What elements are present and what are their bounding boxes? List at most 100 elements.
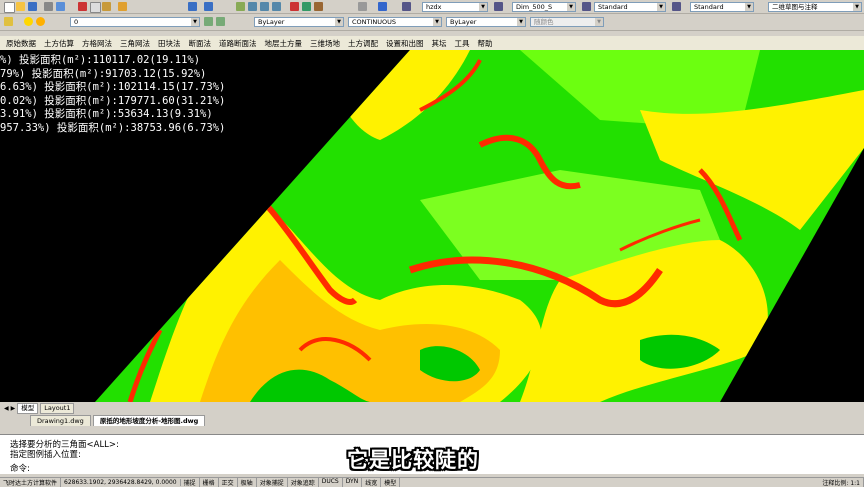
tab-layout1[interactable]: Layout1 [40, 402, 75, 414]
status-bar: 飞时达土方计算软件 628633.1902, 2936428.8429, 0.0… [0, 477, 864, 487]
menu-item-3[interactable]: 三角网法 [120, 38, 150, 49]
status-coordinates: 628633.1902, 2936428.8429, 0.0000 [61, 478, 181, 486]
text-style-icon[interactable] [402, 2, 411, 11]
tab-model[interactable]: 模型 [17, 402, 39, 414]
chevron-down-icon: ▼ [853, 3, 861, 11]
readout-line: 79%) 投影面积(m²):91703.12(15.92%) [0, 67, 207, 80]
status-toggle-5[interactable]: 对象追踪 [288, 477, 319, 487]
layout-tab-bar: ◀ ▶ 模型 Layout1 [0, 402, 864, 414]
print-icon[interactable] [44, 2, 53, 11]
chevron-down-icon: ▼ [595, 18, 603, 26]
menu-item-9[interactable]: 土方调配 [348, 38, 378, 49]
status-app-name: 飞时达土方计算软件 [0, 477, 62, 487]
linetype-select[interactable]: CONTINUOUS ▼ [348, 17, 442, 27]
status-toggle-0[interactable]: 捕捉 [181, 477, 200, 487]
readout-line: 3.91%) 投影面积(m²):53634.13(9.31%) [0, 108, 213, 121]
copy-icon[interactable] [90, 2, 101, 13]
menu-item-6[interactable]: 道路断面法 [219, 38, 257, 49]
calculator-icon[interactable] [358, 2, 367, 11]
redo-icon[interactable] [204, 2, 213, 11]
make-current-layer-icon[interactable] [204, 17, 213, 26]
command-prompt[interactable]: 命令: [10, 462, 30, 474]
lineweight-select[interactable]: ByLayer ▼ [446, 17, 526, 27]
light-bulb-icon [24, 17, 33, 26]
chevron-down-icon: ▼ [745, 3, 753, 11]
menu-item-13[interactable]: 帮助 [478, 38, 493, 49]
cut-icon[interactable] [78, 2, 87, 11]
zoom-realtime-icon[interactable] [248, 2, 257, 11]
menu-item-5[interactable]: 断面法 [189, 38, 212, 49]
dim-style-icon[interactable] [494, 2, 503, 11]
status-toggle-2[interactable]: 正交 [219, 477, 238, 487]
doc-tab-terrain[interactable]: 原抵的地形坡度分析-地形图.dwg [92, 415, 206, 426]
status-toggle-8[interactable]: 线宽 [362, 477, 382, 487]
tool-palettes-icon[interactable] [314, 2, 323, 11]
status-toggle-6[interactable]: DUCS [319, 477, 343, 487]
preview-icon[interactable] [56, 2, 65, 11]
chevron-down-icon: ▼ [567, 3, 575, 11]
layers-properties-toolbar: 0 ▼ ByLayer ▼ CONTINUOUS ▼ ByLayer ▼ 随颜色 ▼ [0, 14, 864, 31]
help-icon[interactable] [378, 2, 387, 11]
pan-icon[interactable] [236, 2, 245, 11]
menu-item-11[interactable]: 其坛 [432, 38, 447, 49]
chevron-down-icon: ▼ [433, 18, 441, 26]
drawing-viewport[interactable]: %) 投影面积(m²):110117.02(19.11%) 79%) 投影面积(m… [0, 50, 864, 402]
zoom-previous-icon[interactable] [272, 2, 281, 11]
standard-toolbar: hzdx ▼ Dim_500_S ▼ Standard ▼ Standard ▼ 二维草… [0, 0, 864, 14]
readout-line: %) 投影面积(m²):110117.02(19.11%) [0, 54, 201, 66]
readout-line: 957.33%) 投影面积(m²):38753.96(6.73%) [0, 121, 226, 134]
command-history-line-2: 指定图例插入位置: [10, 450, 81, 460]
chevron-down-icon: ▼ [657, 3, 665, 11]
menu-item-0[interactable]: 原始数据 [6, 38, 36, 49]
layer-select[interactable]: 0 ▼ [70, 17, 200, 27]
readout-line: 0.02%) 投影面积(m²):179771.60(31.21%) [0, 94, 226, 107]
menu-item-4[interactable]: 田块法 [158, 38, 181, 49]
menu-item-10[interactable]: 设置和出图 [386, 38, 424, 49]
video-subtitle: 它是比较陡的 [347, 448, 479, 472]
status-toggle-7[interactable]: DYN [343, 477, 363, 487]
paste-icon[interactable] [102, 2, 111, 11]
save-icon[interactable] [28, 2, 37, 11]
new-file-icon[interactable] [4, 2, 15, 13]
chevron-down-icon: ▼ [479, 3, 487, 11]
text-style-select[interactable]: hzdx ▼ [422, 2, 488, 12]
chevron-down-icon: ▼ [517, 18, 525, 26]
workspace-select[interactable]: 二维草图与注释 ▼ [768, 2, 862, 12]
properties-icon[interactable] [290, 2, 299, 11]
menu-item-8[interactable]: 三维场地 [310, 38, 340, 49]
status-toggle-3[interactable]: 极轴 [238, 477, 257, 487]
match-properties-icon[interactable] [118, 2, 127, 11]
status-toggle-1[interactable]: 栅格 [200, 477, 219, 487]
nav-first-icon[interactable]: ◀ [4, 405, 9, 412]
nav-next-icon[interactable]: ▶ [11, 405, 16, 412]
design-center-icon[interactable] [302, 2, 311, 11]
dim-style-select[interactable]: Dim_500_S ▼ [512, 2, 576, 12]
menu-item-1[interactable]: 土方估算 [44, 38, 74, 49]
menu-item-2[interactable]: 方格网法 [82, 38, 112, 49]
open-file-icon[interactable] [16, 2, 25, 11]
readout-line: 6.63%) 投影面积(m²):102114.15(17.73%) [0, 81, 226, 94]
table-style-icon[interactable] [582, 2, 591, 11]
color-select[interactable]: ByLayer ▼ [254, 17, 344, 27]
layer-previous-icon[interactable] [216, 17, 225, 26]
sun-icon [36, 17, 45, 26]
zoom-window-icon[interactable] [260, 2, 269, 11]
status-toggle-9[interactable]: 模型 [381, 477, 401, 487]
chevron-down-icon: ▼ [191, 18, 199, 26]
document-tab-bar: Drawing1.dwg 原抵的地形坡度分析-地形图.dwg [0, 414, 864, 426]
status-toggle-4[interactable]: 对象捕捉 [257, 477, 288, 487]
doc-tab-drawing1[interactable]: Drawing1.dwg [30, 415, 91, 426]
plotstyle-select[interactable]: 随颜色 ▼ [530, 17, 604, 27]
chevron-down-icon: ▼ [335, 18, 343, 26]
menu-item-7[interactable]: 地层土方量 [265, 38, 303, 49]
multileader-style-icon[interactable] [672, 2, 681, 11]
area-readout: %) 投影面积(m²):110117.02(19.11%) 79%) 投影面积(m… [0, 54, 225, 136]
annotation-scale[interactable]: 注释比例: 1:1 [819, 477, 864, 487]
layer-manager-icon[interactable] [4, 17, 13, 26]
multileader-style-select[interactable]: Standard ▼ [690, 2, 754, 12]
table-style-select[interactable]: Standard ▼ [594, 2, 666, 12]
status-toggle-group: 捕捉 栅格 正交 极轴 对象捕捉 对象追踪 DUCS DYN 线宽 模型 [181, 477, 401, 487]
menu-item-12[interactable]: 工具 [455, 38, 470, 49]
undo-icon[interactable] [188, 2, 197, 11]
menu-bar: 原始数据 土方估算 方格网法 三角网法 田块法 断面法 道路断面法 地层土方量 三维场地 土方调配… [0, 36, 864, 50]
